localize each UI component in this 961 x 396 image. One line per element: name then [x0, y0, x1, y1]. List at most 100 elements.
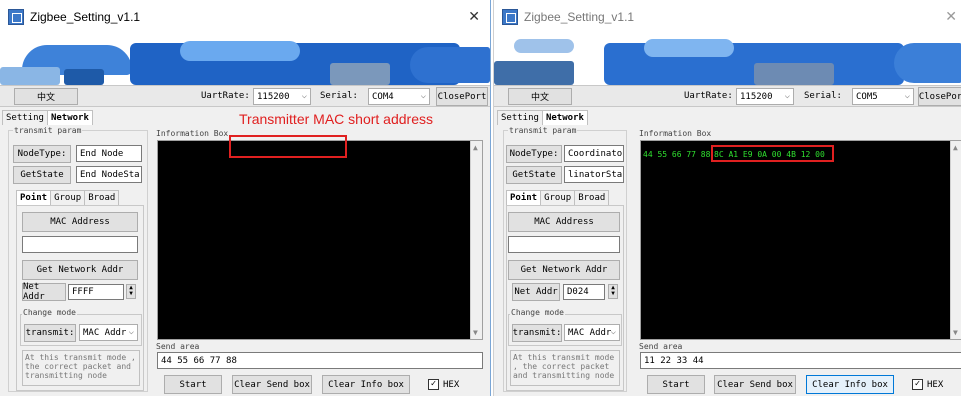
tab-setting[interactable]: Setting	[497, 110, 543, 125]
clear-info-button[interactable]: Clear Info box	[806, 375, 894, 394]
scroll-down-icon: ▼	[473, 328, 478, 337]
transmit-hint: At this transmit mode , the correct pack…	[22, 350, 140, 386]
tab-setting[interactable]: Setting	[2, 110, 48, 125]
mac-address-field[interactable]	[508, 236, 620, 253]
mac-address-button[interactable]: MAC Address	[22, 212, 138, 232]
transmit-mode-value: MAC Addr	[83, 327, 127, 338]
send-area-input[interactable]: 11 22 33 44	[640, 352, 961, 369]
hex-label: HEX	[927, 379, 944, 390]
send-area-input[interactable]: 44 55 66 77 88	[157, 352, 483, 369]
left-app-window: Zigbee_Setting_v1.1 ✕ 中文 UartRate: 11520…	[0, 0, 491, 396]
left-titlebar: Zigbee_Setting_v1.1 ✕	[0, 0, 490, 33]
uart-rate-value: 115200	[740, 91, 773, 102]
get-state-button[interactable]: GetState	[13, 166, 71, 184]
info-box[interactable]: ▲ ▼	[157, 140, 483, 340]
net-addr-field[interactable]: D024	[563, 284, 605, 300]
transmit-param-label: transmit param	[508, 126, 578, 135]
language-button[interactable]: 中文	[508, 88, 572, 105]
main-tabs: Setting Network	[2, 110, 93, 125]
net-addr-button[interactable]: Net Addr	[22, 282, 66, 302]
node-type-field[interactable]: Coordinator	[564, 145, 624, 162]
transmit-param-label: transmit param	[13, 126, 83, 135]
transmit-button[interactable]: transmit:	[24, 324, 76, 342]
mode-tabs: Point Group Broad	[506, 190, 610, 205]
get-network-addr-button[interactable]: Get Network Addr	[508, 260, 620, 280]
info-box-prefix: 44 55 66 77 88	[643, 150, 711, 159]
tab-group[interactable]: Group	[540, 190, 576, 205]
mac-address-button[interactable]: MAC Address	[508, 212, 620, 232]
info-box[interactable]: 44 55 66 77 88 8C A1 E9 0A 00 4B 12 00 ▲…	[640, 140, 961, 340]
state-field[interactable]: linatorStart	[564, 166, 624, 183]
net-addr-button[interactable]: Net Addr	[512, 283, 560, 301]
chevron-down-icon: ⌵	[420, 91, 426, 101]
chevron-down-icon: ⌵	[128, 327, 134, 337]
state-field[interactable]: End NodeSta	[76, 166, 142, 183]
window-title: Zigbee_Setting_v1.1	[524, 9, 635, 24]
clear-send-button[interactable]: Clear Send box	[714, 375, 796, 394]
info-scrollbar[interactable]: ▲ ▼	[470, 141, 482, 339]
hex-checkbox[interactable]: ✓ HEX	[428, 379, 459, 390]
tab-group[interactable]: Group	[50, 190, 86, 205]
hex-checkbox[interactable]: ✓ HEX	[912, 379, 943, 390]
tab-network[interactable]: Network	[46, 110, 93, 125]
tab-broad[interactable]: Broad	[84, 190, 120, 205]
checkmark-icon: ✓	[912, 379, 923, 390]
net-addr-field[interactable]: FFFF	[68, 284, 124, 300]
app-icon	[8, 8, 24, 25]
close-port-button[interactable]: ClosePor	[918, 87, 961, 106]
hex-label: HEX	[443, 379, 460, 390]
start-button[interactable]: Start	[647, 375, 705, 394]
serial-port-value: COM5	[856, 91, 878, 102]
language-button[interactable]: 中文	[14, 88, 78, 105]
chevron-down-icon: ⌵	[904, 91, 910, 101]
uart-rate-label: UartRate:	[201, 91, 250, 101]
start-button[interactable]: Start	[164, 375, 222, 394]
close-icon[interactable]: ✕	[468, 8, 480, 25]
banner-image	[494, 33, 961, 85]
close-icon[interactable]: ✕	[945, 8, 957, 25]
mac-address-field[interactable]	[22, 236, 138, 253]
transmit-mode-select[interactable]: MAC Addr ⌵	[79, 324, 138, 341]
clear-send-button[interactable]: Clear Send box	[232, 375, 312, 394]
chevron-down-icon: ⌵	[301, 91, 307, 101]
serial-port-value: COM4	[372, 91, 394, 102]
transmit-hint: At this transmit mode , the correct pack…	[510, 350, 620, 386]
net-addr-spinner[interactable]: ▲ ▼	[126, 284, 136, 299]
window-title: Zigbee_Setting_v1.1	[30, 9, 141, 24]
tab-point[interactable]: Point	[16, 190, 52, 205]
close-port-button[interactable]: ClosePort	[436, 87, 488, 106]
serial-port-select[interactable]: COM4 ⌵	[368, 88, 430, 105]
node-type-button[interactable]: NodeType:	[13, 145, 71, 163]
left-toolbar: 中文 UartRate: 115200 ⌵ Serial: COM4 ⌵ Clo…	[0, 85, 490, 107]
serial-port-select[interactable]: COM5 ⌵	[852, 88, 914, 105]
node-type-field[interactable]: End Node	[76, 145, 142, 162]
tab-broad[interactable]: Broad	[574, 190, 610, 205]
right-titlebar: Zigbee_Setting_v1.1 ✕	[494, 0, 961, 33]
info-scrollbar[interactable]: ▲ ▼	[950, 141, 961, 339]
send-area-label: Send area	[639, 342, 683, 351]
scroll-up-icon: ▲	[953, 143, 958, 152]
node-type-button[interactable]: NodeType:	[506, 145, 562, 163]
change-mode-label: Change mode	[22, 308, 77, 317]
get-state-button[interactable]: GetState	[506, 166, 562, 184]
uart-rate-value: 115200	[257, 91, 290, 102]
mac-highlight-box	[711, 145, 834, 162]
banner-image	[0, 33, 490, 85]
serial-label: Serial:	[320, 91, 358, 101]
get-network-addr-button[interactable]: Get Network Addr	[22, 260, 138, 280]
send-area-label: Send area	[156, 342, 200, 351]
uart-rate-select[interactable]: 115200 ⌵	[253, 88, 311, 105]
tab-point[interactable]: Point	[506, 190, 542, 205]
clear-info-button[interactable]: Clear Info box	[322, 375, 410, 394]
transmit-mode-select[interactable]: MAC Addr ⌵	[564, 324, 620, 341]
net-addr-spinner[interactable]: ▲ ▼	[608, 284, 618, 299]
mode-tabs: Point Group Broad	[16, 190, 120, 205]
uart-rate-select[interactable]: 115200 ⌵	[736, 88, 794, 105]
tab-network[interactable]: Network	[541, 110, 588, 125]
scroll-down-icon: ▼	[953, 328, 958, 337]
scroll-up-icon: ▲	[473, 143, 478, 152]
transmit-button[interactable]: transmit:	[512, 324, 562, 342]
annotation-label: Transmitter MAC short address	[239, 111, 433, 127]
right-app-window: Zigbee_Setting_v1.1 ✕ 中文 UartRate: 11520…	[493, 0, 961, 396]
serial-label: Serial:	[804, 91, 842, 101]
